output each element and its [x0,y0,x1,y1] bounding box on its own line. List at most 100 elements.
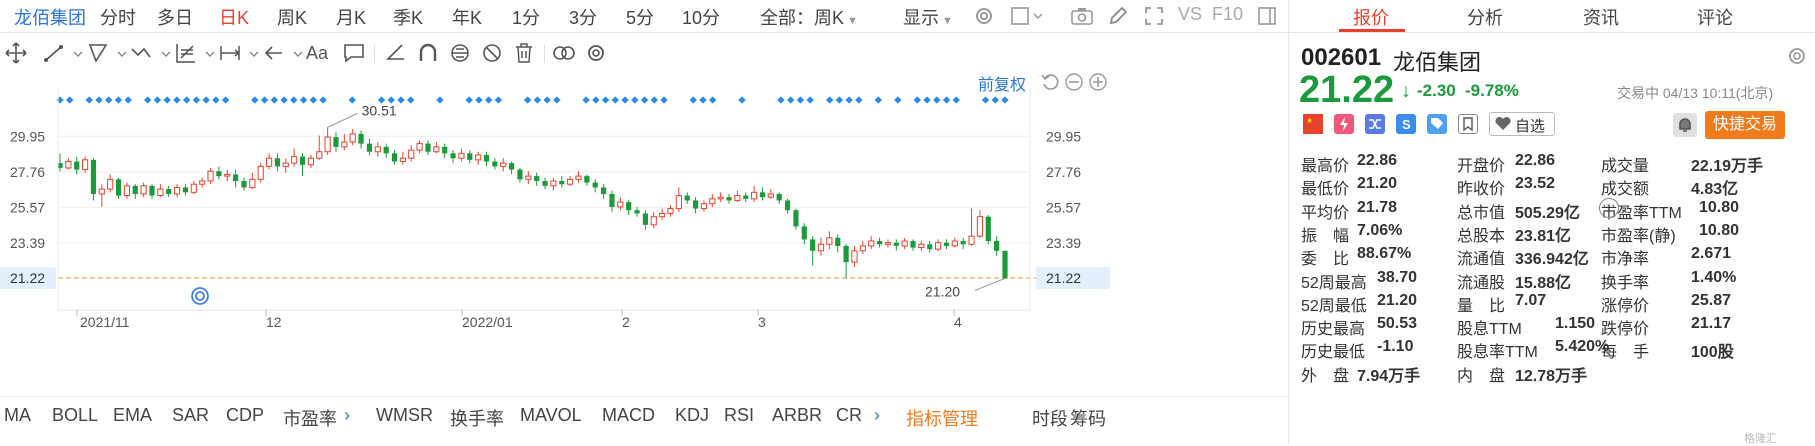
candle-body [90,159,97,194]
arrow-left-icon[interactable] [262,41,286,65]
indicator-rsi[interactable]: RSI [724,405,754,426]
chevron-right-icon[interactable]: › [344,405,350,426]
indicator-arbr[interactable]: ARBR [772,405,822,426]
vs-compare-button[interactable]: VS [1178,4,1202,25]
stat-label: 量 比 [1457,297,1506,315]
indicator-cr[interactable]: CR [836,405,862,426]
tab-3min[interactable]: 3分 [569,4,597,30]
lock-sync-icon[interactable] [448,41,472,65]
angle-tool-icon[interactable] [384,41,408,65]
indicator-boll[interactable]: BOLL [52,405,98,426]
signal-marker [981,96,990,104]
settings-icon[interactable] [1787,46,1807,71]
indicator-pe[interactable]: 市盈率 [283,405,337,431]
tab-multiday[interactable]: 多日 [157,4,193,30]
indicator-ema[interactable]: EMA [113,405,152,426]
tab-monthly-k[interactable]: 月K [336,4,366,30]
candle-body [960,241,966,245]
tab-10min[interactable]: 10分 [682,4,720,30]
f10-button[interactable]: F10 [1212,4,1243,25]
line-tool-icon[interactable] [42,41,66,65]
tab-daily-k[interactable]: 日K [219,4,249,30]
divider [374,45,375,63]
indicator-turnover[interactable]: 换手率 [450,405,504,431]
range-select[interactable]: 全部：周K ▼ [760,4,858,30]
active-tab-underline [1339,29,1405,32]
quick-trade-button[interactable]: 快捷交易 [1705,111,1785,139]
signal-marker [319,96,327,104]
range-tool-icon[interactable] [218,41,242,65]
chevron-down-icon[interactable] [286,41,303,65]
candle-body [918,243,925,249]
tag-icon[interactable] [1427,114,1447,134]
candle-body [626,202,632,211]
gear-icon[interactable] [584,41,608,65]
candle-body [876,241,883,245]
stock-name-tab[interactable]: 龙佰集团 [14,4,86,30]
magnet-icon[interactable] [416,41,440,65]
fibonacci-tool-icon[interactable] [174,41,198,65]
fullscreen-icon[interactable] [1143,5,1165,32]
chevron-down-icon[interactable] [66,41,83,65]
wave-tool-icon[interactable] [130,41,154,65]
bell-icon[interactable] [1673,113,1697,137]
candle-body [1002,250,1008,279]
text-tool-icon[interactable]: Aa [306,41,330,65]
tab-news[interactable]: 资讯 [1583,4,1619,30]
indicator-manage-button[interactable]: 指标管理 [906,405,978,431]
chips-button[interactable]: 筹码 [1070,405,1106,431]
tab-5min[interactable]: 5分 [626,4,654,30]
chevron-down-icon[interactable] [154,41,171,65]
chevron-down-icon[interactable] [198,41,215,65]
tab-timeshare[interactable]: 分时 [100,4,136,30]
tab-analysis[interactable]: 分析 [1467,4,1503,30]
hide-icon[interactable] [480,41,504,65]
camera-icon[interactable] [1070,5,1094,32]
display-menu[interactable]: 显示 ▼ [903,4,953,30]
tab-quarterly-k[interactable]: 季K [393,4,423,30]
stat-value: -1.10 [1377,338,1414,356]
more-icon[interactable]: ⋯ [1599,197,1619,218]
stat-label: 最低价 [1301,181,1350,199]
price-change: -2.30 [1417,81,1456,100]
indicator-wmsr[interactable]: WMSR [376,405,433,426]
candle-body [207,170,214,182]
bookmark-icon[interactable] [1458,114,1478,134]
channel-tool-icon[interactable] [86,41,110,65]
indicator-mavol[interactable]: MAVOL [520,405,582,426]
trash-icon[interactable] [512,41,536,65]
signal-marker [280,96,288,104]
settings-icon[interactable] [973,5,995,32]
square-icon[interactable] [1010,5,1044,32]
kline-chart[interactable]: 29.95 29.95 27.76 27.76 25.57 25.57 23.39 23.39… [0,78,1288,378]
tab-1min[interactable]: 1分 [512,4,540,30]
indicator-sar[interactable]: SAR [172,405,209,426]
tab-comments[interactable]: 评论 [1697,4,1733,30]
chevron-right-icon[interactable]: › [874,405,880,426]
chevron-down-icon[interactable] [242,41,259,65]
timeshare-button[interactable]: 时段 [1032,405,1068,431]
indicator-macd[interactable]: MACD [602,405,655,426]
add-watchlist-button[interactable]: 自选 [1489,112,1555,136]
indicator-kdj[interactable]: KDJ [675,405,709,426]
tab-quote[interactable]: 报价 [1353,4,1389,30]
indicator-ma[interactable]: MA [4,405,31,426]
tab-yearly-k[interactable]: 年K [452,4,482,30]
comment-icon[interactable] [342,41,366,65]
candle-body [233,174,239,181]
s-icon[interactable]: S [1396,114,1416,134]
tab-weekly-k[interactable]: 周K [277,4,307,30]
shuffle-icon[interactable] [1365,114,1385,134]
pencil-icon[interactable] [1107,5,1129,32]
indicator-cdp[interactable]: CDP [226,405,264,426]
compare-icon[interactable] [552,41,576,65]
chevron-down-icon[interactable] [110,41,127,65]
sidebar-toggle-icon[interactable] [1256,5,1278,32]
stat-label: 总市值 [1457,204,1506,222]
move-icon[interactable] [4,41,28,65]
stat-value: 10.80 [1699,221,1740,239]
low-annotation-label: 21.20 [925,283,960,299]
flash-icon[interactable] [1334,114,1354,134]
candle-body [575,175,582,180]
event-marker-icon[interactable] [190,286,210,311]
